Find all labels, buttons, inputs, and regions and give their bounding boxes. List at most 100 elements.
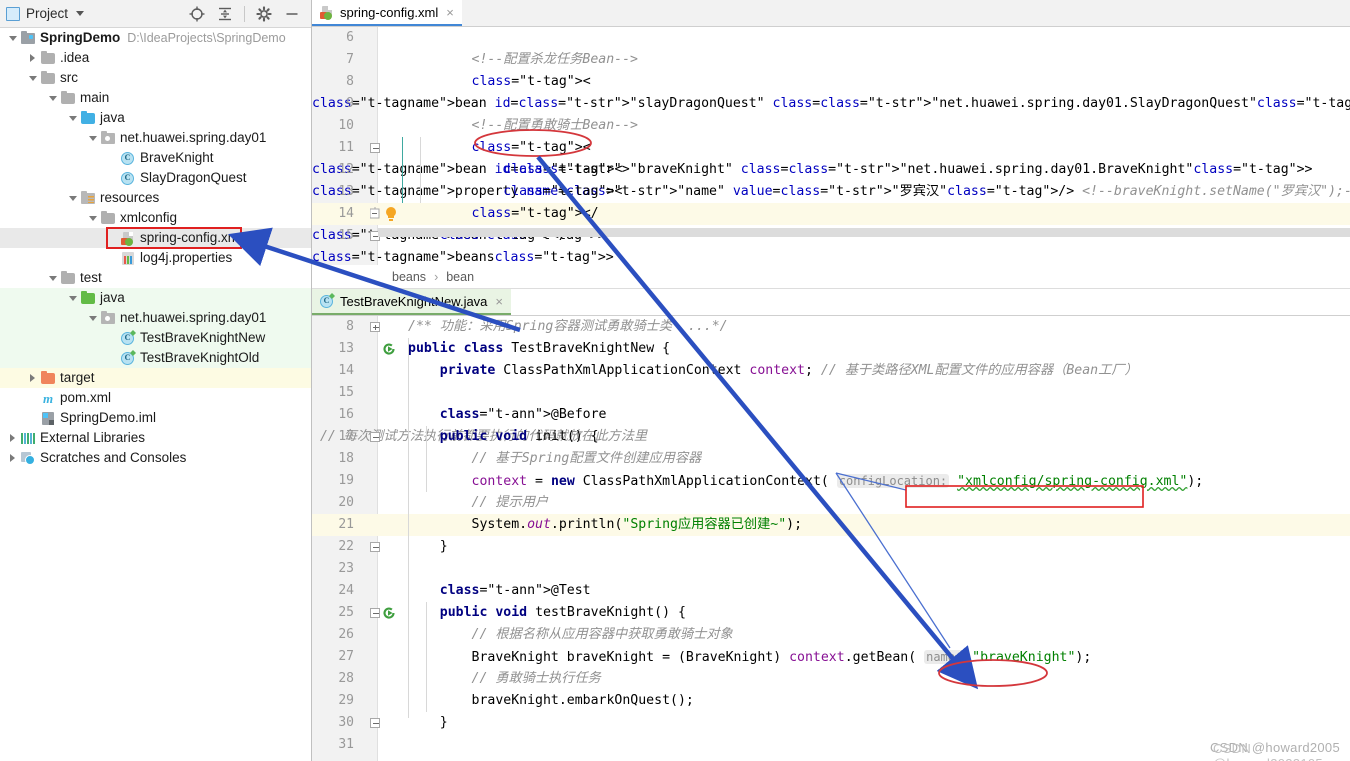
java-code-line[interactable]: 16 class="t-ann">@Before // 每次测试方法执行前都要执… [312,404,1350,444]
tree-node-scratches-and-consoles[interactable]: Scratches and Consoles [0,448,311,468]
chevron-down-icon[interactable] [66,191,80,205]
java-code-line[interactable]: 8 /** 功能：采用Spring容器测试勇敢骑士类 ...*/ [312,316,1350,338]
breadcrumb-item-beans[interactable]: beans [392,270,426,284]
java-code-line[interactable]: 28 // 勇敢骑士执行任务 [312,668,1350,690]
chevron-down-icon[interactable] [66,291,80,305]
tree-node-net-huawei-spring-day01[interactable]: net.huawei.spring.day01 [0,308,311,328]
java-code-line[interactable]: 20 // 提示用户 [312,492,1350,514]
line-number: 11 [338,140,354,155]
java-code-line[interactable]: 21 System.out.println("Spring应用容器已创建~"); [312,514,1350,536]
tab-spring-config-xml[interactable]: spring-config.xml × [312,0,462,26]
tree-node-testbraveknightold[interactable]: C TestBraveKnightOld [0,348,311,368]
line-number: 8 [346,319,354,334]
tree-node-pom-xml[interactable]: m pom.xml [0,388,311,408]
tree-node-slaydragonquest[interactable]: C SlayDragonQuest [0,168,311,188]
tree-node-net-huawei-spring-day01[interactable]: net.huawei.spring.day01 [0,128,311,148]
chevron-down-icon[interactable] [86,131,100,145]
xml-code-line[interactable]: 8 class="t-tag">< class="t-tagname">bean … [312,71,1350,111]
breadcrumb[interactable]: beans › bean [312,265,1350,289]
tree-node-java[interactable]: java [0,288,311,308]
java-code-line[interactable]: 15 [312,382,1350,404]
tree-node-testbraveknightnew[interactable]: C TestBraveKnightNew [0,328,311,348]
fold-collapse-icon[interactable] [370,542,380,552]
java-code-lines[interactable]: 8 /** 功能：采用Spring容器测试勇敢骑士类 ...*/ 13 public … [312,316,1350,761]
tree-node-log4j-properties[interactable]: log4j.properties [0,248,311,268]
java-code-line[interactable]: 17 public void init() { [312,426,1350,448]
java-code-line[interactable]: 25 public void testBraveKnight() { [312,602,1350,624]
chevron-down-icon[interactable] [66,111,80,125]
project-tree[interactable]: SpringDemo D:\IdeaProjects\SpringDemo .ide… [0,28,311,468]
tree-node-src[interactable]: src [0,68,311,88]
xml-horizontal-scrollbar[interactable] [378,228,1350,237]
java-editor-pane[interactable]: 8 /** 功能：采用Spring容器测试勇敢骑士类 ...*/ 13 public … [312,316,1350,761]
tree-node-test[interactable]: test [0,268,311,288]
line-number: 26 [338,627,354,642]
tree-node-braveknight[interactable]: C BraveKnight [0,148,311,168]
chevron-down-icon[interactable] [86,311,100,325]
chevron-right-icon[interactable] [26,51,40,65]
java-code-line[interactable]: 14 private ClassPathXmlApplicationContex… [312,360,1350,382]
xml-code-line[interactable]: 7 <!--配置杀龙任务Bean--> [312,49,1350,71]
chevron-down-icon[interactable] [76,11,85,16]
tab-test-brave-knight-new-java[interactable]: C TestBraveKnightNew.java × [312,289,512,315]
xml-code-line[interactable]: 14 class="t-tag"></class="t-tagname">bea… [312,203,1350,243]
tree-node-spring-config-xml[interactable]: spring-config.xml [0,228,311,248]
chevron-right-icon[interactable] [6,451,20,465]
java-code-line[interactable]: 13 public class TestBraveKnightNew { [312,338,1350,360]
xml-editor-pane[interactable]: 67 <!--配置杀龙任务Bean--> 8 class="t-tag">< cla… [312,27,1350,265]
run-test-icon[interactable] [382,342,396,356]
chevron-down-icon[interactable] [6,31,20,45]
breadcrumb-item-bean[interactable]: bean [446,270,474,284]
project-title-group[interactable]: Project [6,6,85,21]
xml-code-line[interactable]: 9 [312,93,1350,115]
gear-icon[interactable] [255,5,273,23]
xml-code-line[interactable]: 12 class="t-tag">< class="t-tagname">prop… [312,159,1350,199]
fold-expand-icon[interactable] [370,322,380,332]
code-text: class="t-tag">< [503,162,623,177]
intention-bulb-icon[interactable] [385,207,397,221]
run-test-icon[interactable] [382,606,396,620]
java-code-line[interactable]: 31 [312,734,1350,756]
java-code-line[interactable]: 29 braveKnight.embarkOnQuest(); [312,690,1350,712]
collapse-all-icon[interactable] [216,5,234,23]
tree-node-springdemo[interactable]: SpringDemo D:\IdeaProjects\SpringDemo [0,28,311,48]
chevron-down-icon[interactable] [26,71,40,85]
chevron-down-icon[interactable] [46,271,60,285]
locate-icon[interactable] [188,5,206,23]
code-text: private ClassPathXmlApplicationContext c… [439,363,1138,378]
fold-collapse-icon[interactable] [370,432,380,442]
java-code-line[interactable]: 24 class="t-ann">@Test [312,580,1350,602]
chevron-down-icon[interactable] [46,91,60,105]
tree-node-resources[interactable]: resources [0,188,311,208]
java-code-line[interactable]: 30 } [312,712,1350,734]
java-code-line[interactable]: 19 context = new ClassPathXmlApplication… [312,470,1350,492]
tree-node-xmlconfig[interactable]: xmlconfig [0,208,311,228]
maven-icon: m [42,391,54,406]
tree-node-idea[interactable]: .idea [0,48,311,68]
close-icon[interactable]: × [446,5,454,20]
xml-code-line[interactable]: 13 class="t-tag"><class="t-tagname">prop… [312,181,1350,221]
tree-node-main[interactable]: main [0,88,311,108]
xml-code-line[interactable]: 11 class="t-tag">< class="t-tagname">bean… [312,137,1350,177]
minimize-icon[interactable] [283,5,301,23]
xml-code-line[interactable]: 10 <!--配置勇敢骑士Bean--> [312,115,1350,137]
chevron-right-icon[interactable] [6,431,20,445]
fold-end-icon[interactable] [369,207,380,221]
java-code-line[interactable]: 22 } [312,536,1350,558]
fold-collapse-icon[interactable] [370,608,380,618]
java-code-line[interactable]: 27 BraveKnight braveKnight = (BraveKnigh… [312,646,1350,668]
xml-code-line[interactable]: 6 [312,27,1350,49]
java-code-line[interactable]: 18 // 基于Spring配置文件创建应用容器 [312,448,1350,470]
chevron-right-icon[interactable] [26,371,40,385]
tree-node-springdemo-iml[interactable]: SpringDemo.iml [0,408,311,428]
java-code-line[interactable]: 23 [312,558,1350,580]
tree-node-external-libraries[interactable]: External Libraries [0,428,311,448]
chevron-down-icon[interactable] [86,211,100,225]
java-code-line[interactable]: 26 // 根据名称从应用容器中获取勇敢骑士对象 [312,624,1350,646]
tree-node-target[interactable]: target [0,368,311,388]
fold-collapse-icon[interactable] [370,143,380,153]
fold-collapse-icon[interactable] [370,718,380,728]
tree-node-java[interactable]: java [0,108,311,128]
close-icon[interactable]: × [495,294,503,309]
